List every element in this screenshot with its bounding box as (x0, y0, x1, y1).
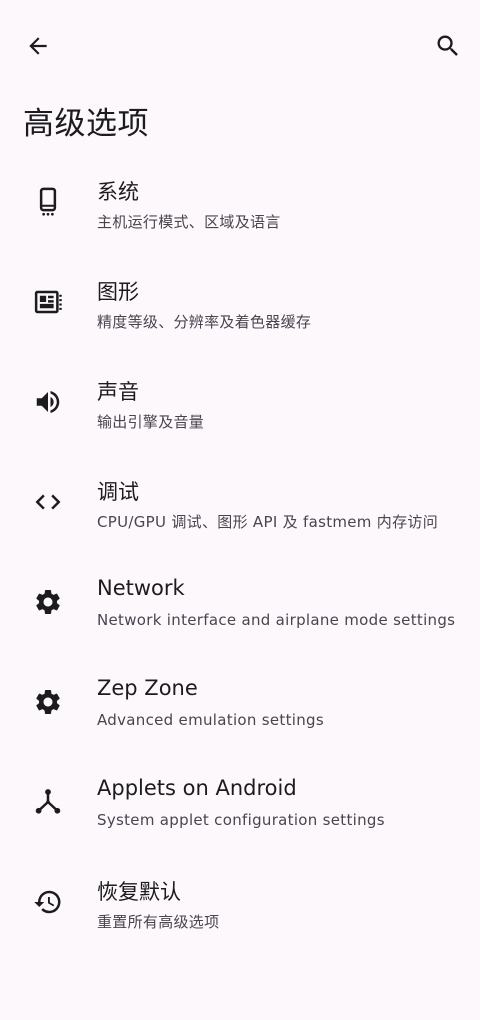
hub-icon (28, 782, 68, 822)
settings-item-summary: Network interface and airplane mode sett… (97, 611, 456, 629)
back-button[interactable] (14, 22, 62, 70)
settings-item-title: 恢复默认 (97, 880, 181, 904)
graphics-icon (28, 282, 68, 322)
settings-item-zep-zone[interactable]: Zep Zone Advanced emulation settings (0, 652, 480, 752)
phone-icon (28, 182, 68, 222)
gear-icon (28, 582, 68, 622)
settings-item-title: 系统 (97, 180, 139, 204)
settings-item-graphics[interactable]: 图形 精度等级、分辨率及着色器缓存 (0, 252, 480, 352)
settings-item-summary: CPU/GPU 调试、图形 API 及 fastmem 内存访问 (97, 513, 438, 531)
settings-item-title: 图形 (97, 280, 139, 304)
gear-icon (28, 682, 68, 722)
settings-item-summary: System applet configuration settings (97, 811, 385, 829)
settings-item-title: Applets on Android (97, 776, 297, 800)
top-app-bar (0, 0, 480, 92)
settings-list: 系统 主机运行模式、区域及语言 图形 精度等级、分辨率及着色器缓存 声音 输出引… (0, 152, 480, 952)
settings-item-title: 调试 (97, 480, 139, 504)
settings-item-summary: 主机运行模式、区域及语言 (97, 213, 281, 231)
settings-item-summary: Advanced emulation settings (97, 711, 324, 729)
settings-item-summary: 重置所有高级选项 (97, 913, 220, 931)
settings-item-system[interactable]: 系统 主机运行模式、区域及语言 (0, 152, 480, 252)
restore-icon (28, 882, 68, 922)
settings-item-audio[interactable]: 声音 输出引擎及音量 (0, 352, 480, 452)
settings-item-summary: 输出引擎及音量 (97, 413, 205, 431)
code-icon (28, 482, 68, 522)
settings-item-title: 声音 (97, 380, 139, 404)
arrow-back-icon (29, 37, 47, 55)
settings-item-title: Zep Zone (97, 676, 198, 700)
page-title: 高级选项 (23, 106, 149, 142)
volume-icon (28, 382, 68, 422)
settings-item-reset[interactable]: 恢复默认 重置所有高级选项 (0, 852, 480, 952)
settings-item-debug[interactable]: 调试 CPU/GPU 调试、图形 API 及 fastmem 内存访问 (0, 452, 480, 552)
search-icon (437, 35, 458, 56)
settings-item-network[interactable]: Network Network interface and airplane m… (0, 552, 480, 652)
search-button[interactable] (424, 22, 472, 70)
settings-item-applets[interactable]: Applets on Android System applet configu… (0, 752, 480, 852)
settings-item-title: Network (97, 576, 185, 600)
settings-item-summary: 精度等级、分辨率及着色器缓存 (97, 313, 312, 331)
